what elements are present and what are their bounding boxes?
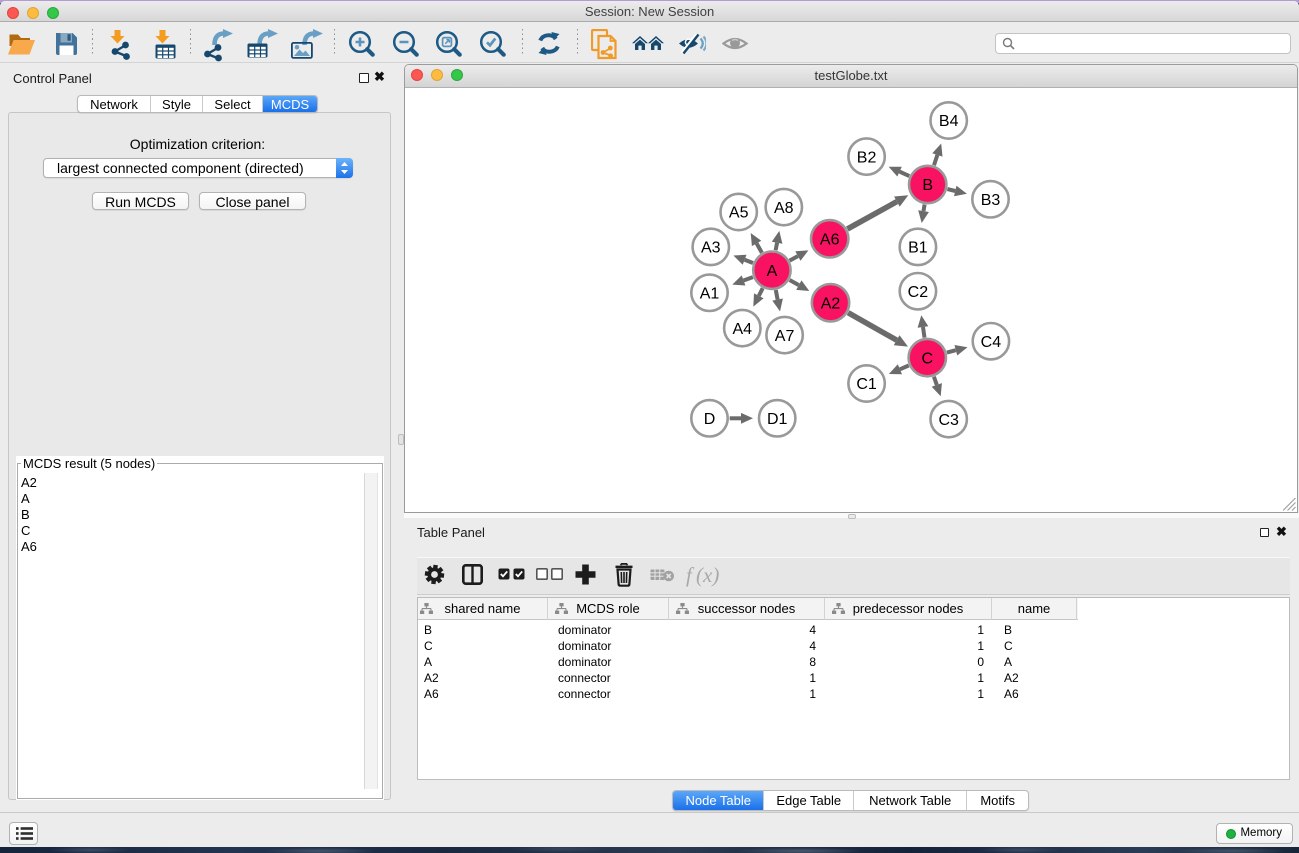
svg-text:D: D: [704, 411, 716, 428]
svg-text:A3: A3: [701, 239, 721, 256]
svg-text:A6: A6: [820, 231, 840, 248]
svg-text:C1: C1: [856, 376, 877, 393]
svg-text:B2: B2: [857, 149, 877, 166]
svg-text:B3: B3: [981, 192, 1001, 209]
svg-text:A5: A5: [729, 204, 749, 221]
svg-text:A7: A7: [775, 327, 795, 344]
svg-text:A1: A1: [700, 285, 720, 302]
svg-text:A8: A8: [774, 199, 794, 216]
svg-text:D1: D1: [767, 411, 788, 428]
svg-text:A4: A4: [733, 320, 753, 337]
svg-text:A2: A2: [821, 295, 841, 312]
svg-text:C2: C2: [908, 283, 929, 300]
svg-text:C: C: [922, 350, 934, 367]
svg-text:A: A: [767, 262, 778, 279]
svg-text:B1: B1: [908, 239, 928, 256]
svg-text:B: B: [922, 177, 933, 194]
svg-text:C4: C4: [981, 333, 1002, 350]
svg-text:B4: B4: [939, 113, 959, 130]
svg-text:C3: C3: [938, 411, 959, 428]
